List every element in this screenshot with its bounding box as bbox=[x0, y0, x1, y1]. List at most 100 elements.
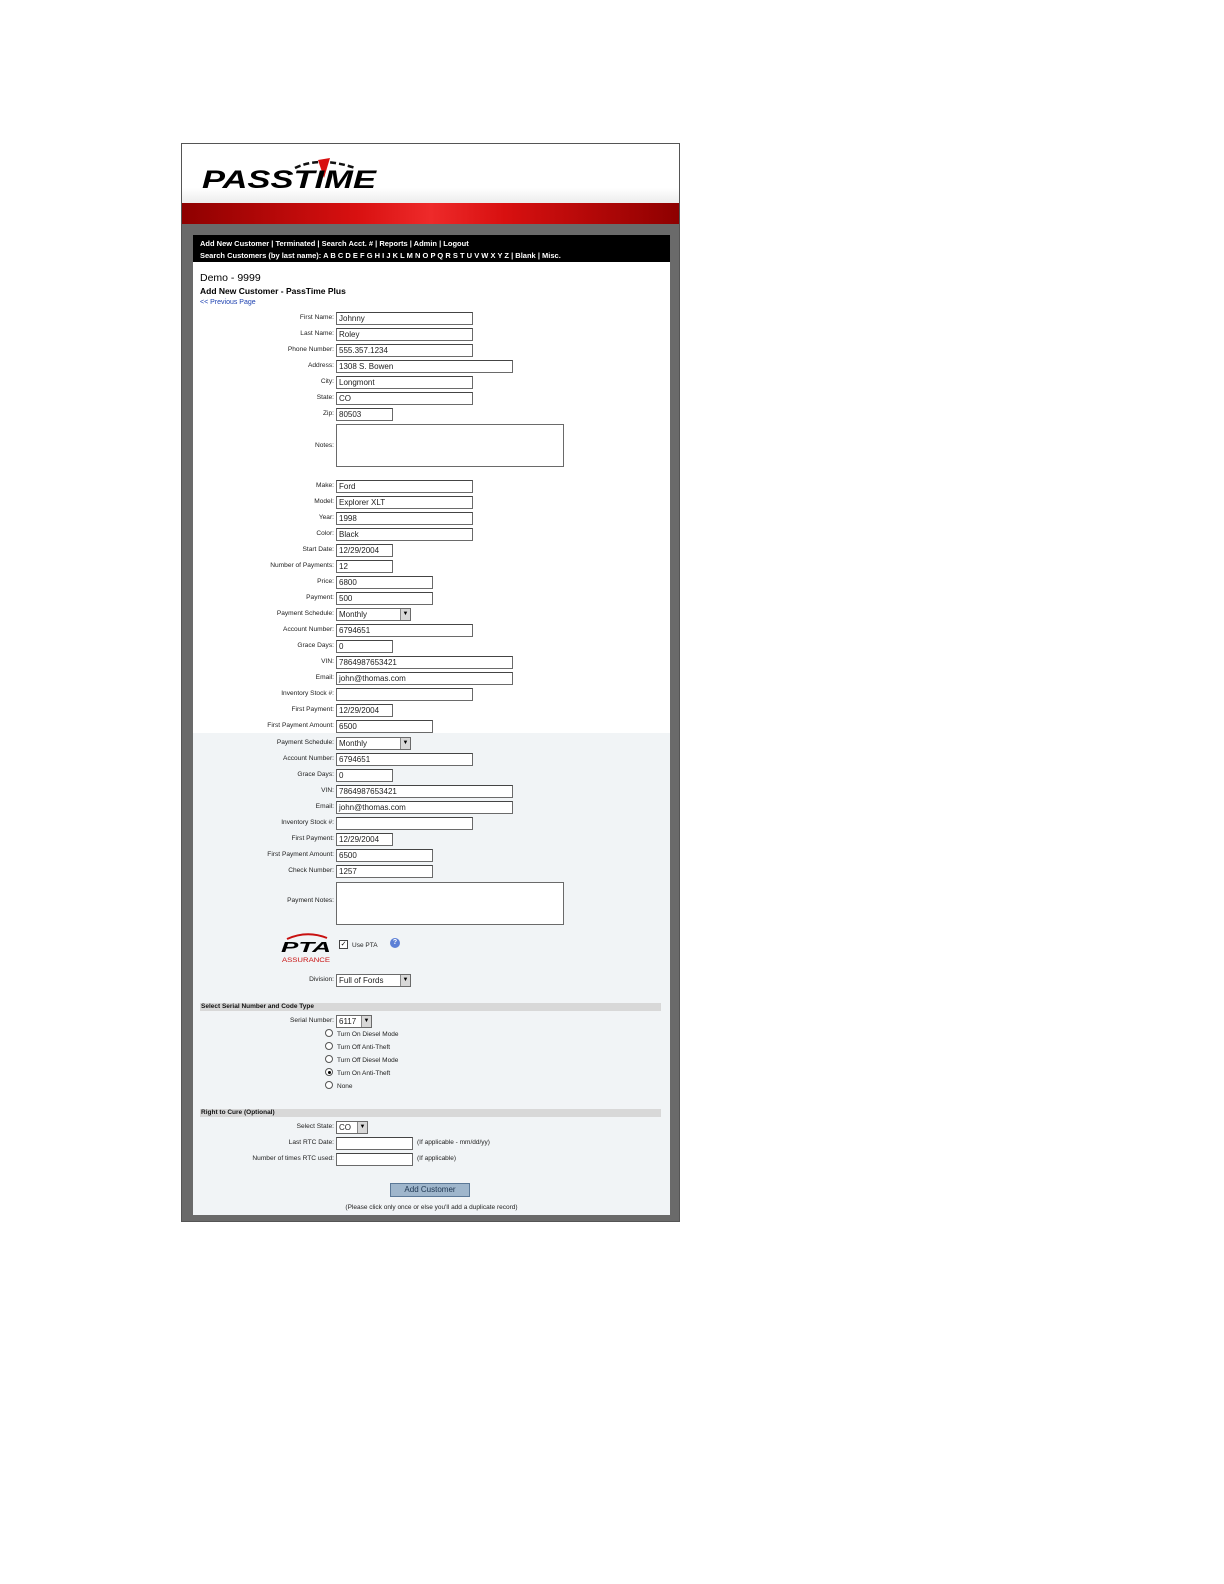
phone-input[interactable]: 555.357.1234 bbox=[336, 344, 473, 357]
payment-schedule-select-2[interactable]: Monthly ▼ bbox=[336, 737, 411, 750]
letter-link-h[interactable]: H bbox=[375, 251, 380, 260]
year-input[interactable]: 1998 bbox=[336, 512, 473, 525]
payment-schedule-select[interactable]: Monthly ▼ bbox=[336, 608, 411, 621]
svg-text:ASSURANCE: ASSURANCE bbox=[282, 958, 330, 964]
letter-link-c[interactable]: C bbox=[338, 251, 343, 260]
inventory-input-2[interactable] bbox=[336, 817, 473, 830]
make-input[interactable]: Ford bbox=[336, 480, 473, 493]
check-number-input[interactable]: 1257 bbox=[336, 865, 433, 878]
first-payment-amount-label-2: First Payment Amount: bbox=[267, 851, 334, 858]
serial-number-value: 6117 bbox=[339, 1017, 357, 1026]
division-value: Full of Fords bbox=[339, 976, 384, 985]
first-payment-amount-input-2[interactable]: 6500 bbox=[336, 849, 433, 862]
letter-link-z[interactable]: Z bbox=[504, 251, 509, 260]
chevron-down-icon: ▼ bbox=[400, 609, 410, 620]
radio-turn-on-anti-theft[interactable]: Turn On Anti-Theft bbox=[325, 1068, 390, 1079]
radio-none[interactable]: None bbox=[325, 1081, 353, 1092]
letter-link-m[interactable]: M bbox=[407, 251, 413, 260]
rtc-times-input[interactable] bbox=[336, 1153, 413, 1166]
last-rtc-date-input[interactable] bbox=[336, 1137, 413, 1150]
vin-input[interactable]: 7864987653421 bbox=[336, 656, 513, 669]
letter-link-o[interactable]: O bbox=[423, 251, 429, 260]
radio-turn-off-anti-theft[interactable]: Turn Off Anti-Theft bbox=[325, 1042, 390, 1053]
letter-link-t[interactable]: T bbox=[460, 251, 465, 260]
nav-terminated[interactable]: Terminated bbox=[275, 239, 315, 248]
letter-link-k[interactable]: K bbox=[393, 251, 398, 260]
nav-misc[interactable]: Misc. bbox=[542, 251, 561, 260]
start-date-input[interactable]: 12/29/2004 bbox=[336, 544, 393, 557]
letter-link-n[interactable]: N bbox=[415, 251, 420, 260]
grace-days-label-2: Grace Days: bbox=[297, 771, 334, 778]
account-number-input-2[interactable]: 6794651 bbox=[336, 753, 473, 766]
account-number-input[interactable]: 6794651 bbox=[336, 624, 473, 637]
letter-link-x[interactable]: X bbox=[490, 251, 495, 260]
nav-search-label: Search Customers (by last name): bbox=[200, 251, 322, 260]
first-payment-label-2: First Payment: bbox=[291, 835, 334, 842]
rtc-state-label: Select State: bbox=[296, 1123, 334, 1130]
nav-reports[interactable]: Reports bbox=[379, 239, 407, 248]
letter-link-l[interactable]: L bbox=[400, 251, 404, 260]
rtc-state-select[interactable]: CO ▼ bbox=[336, 1121, 368, 1134]
first-name-label: First Name: bbox=[299, 314, 334, 321]
serial-number-label: Serial Number: bbox=[290, 1017, 334, 1024]
previous-page-link[interactable]: << Previous Page bbox=[200, 299, 256, 306]
address-input[interactable]: 1308 S. Bowen bbox=[336, 360, 513, 373]
payment-input[interactable]: 500 bbox=[336, 592, 433, 605]
nav-search-acct[interactable]: Search Acct. # bbox=[322, 239, 373, 248]
help-icon[interactable]: ? bbox=[390, 938, 400, 948]
price-input[interactable]: 6800 bbox=[336, 576, 433, 589]
grace-days-input[interactable]: 0 bbox=[336, 640, 393, 653]
state-input[interactable]: CO bbox=[336, 392, 473, 405]
nav-blank[interactable]: Blank bbox=[515, 251, 535, 260]
color-input[interactable]: Black bbox=[336, 528, 473, 541]
letter-link-j[interactable]: J bbox=[386, 251, 390, 260]
letter-link-r[interactable]: R bbox=[445, 251, 450, 260]
letter-link-d[interactable]: D bbox=[345, 251, 350, 260]
letter-link-w[interactable]: W bbox=[481, 251, 488, 260]
letter-link-u[interactable]: U bbox=[467, 251, 472, 260]
letter-link-e[interactable]: E bbox=[353, 251, 358, 260]
first-name-input[interactable]: Johnny bbox=[336, 312, 473, 325]
first-payment-amount-label: First Payment Amount: bbox=[267, 722, 334, 729]
nav-add-new-customer[interactable]: Add New Customer bbox=[200, 239, 269, 248]
num-payments-input[interactable]: 12 bbox=[336, 560, 393, 573]
radio-turn-off-diesel[interactable]: Turn Off Diesel Mode bbox=[325, 1055, 398, 1066]
letter-link-v[interactable]: V bbox=[474, 251, 479, 260]
grace-days-input-2[interactable]: 0 bbox=[336, 769, 393, 782]
last-name-input[interactable]: Roley bbox=[336, 328, 473, 341]
account-number-label: Account Number: bbox=[283, 626, 334, 633]
letter-link-i[interactable]: I bbox=[382, 251, 384, 260]
notes-textarea[interactable] bbox=[336, 424, 564, 467]
passtime-logo: PASSTIME bbox=[202, 158, 378, 194]
page-subtitle: Add New Customer - PassTime Plus bbox=[200, 286, 346, 296]
serial-number-select[interactable]: 6117 ▼ bbox=[336, 1015, 372, 1028]
email-input-2[interactable]: john@thomas.com bbox=[336, 801, 513, 814]
radio-turn-on-diesel[interactable]: Turn On Diesel Mode bbox=[325, 1029, 399, 1040]
use-pta-checkbox[interactable]: ✓ bbox=[339, 940, 348, 949]
radio-button bbox=[325, 1055, 333, 1064]
letter-link-y[interactable]: Y bbox=[497, 251, 502, 260]
payment-notes-textarea[interactable] bbox=[336, 882, 564, 925]
city-input[interactable]: Longmont bbox=[336, 376, 473, 389]
first-payment-amount-input[interactable]: 6500 bbox=[336, 720, 433, 733]
letter-link-s[interactable]: S bbox=[453, 251, 458, 260]
division-select[interactable]: Full of Fords ▼ bbox=[336, 974, 411, 987]
letter-link-p[interactable]: P bbox=[430, 251, 435, 260]
letter-link-b[interactable]: B bbox=[330, 251, 335, 260]
add-customer-button[interactable]: Add Customer bbox=[390, 1183, 470, 1197]
first-payment-input-2[interactable]: 12/29/2004 bbox=[336, 833, 393, 846]
zip-input[interactable]: 80503 bbox=[336, 408, 393, 421]
email-input[interactable]: john@thomas.com bbox=[336, 672, 513, 685]
inventory-input[interactable] bbox=[336, 688, 473, 701]
letter-link-f[interactable]: F bbox=[360, 251, 365, 260]
nav-admin[interactable]: Admin bbox=[414, 239, 437, 248]
model-input[interactable]: Explorer XLT bbox=[336, 496, 473, 509]
vin-input-2[interactable]: 7864987653421 bbox=[336, 785, 513, 798]
letter-link-q[interactable]: Q bbox=[437, 251, 443, 260]
first-payment-input[interactable]: 12/29/2004 bbox=[336, 704, 393, 717]
rtc-times-hint: (If applicable) bbox=[417, 1155, 457, 1162]
nav-logout[interactable]: Logout bbox=[443, 239, 468, 248]
letter-link-a[interactable]: A bbox=[323, 251, 328, 260]
letter-link-g[interactable]: G bbox=[367, 251, 373, 260]
payment-schedule-label: Payment Schedule: bbox=[276, 610, 334, 617]
